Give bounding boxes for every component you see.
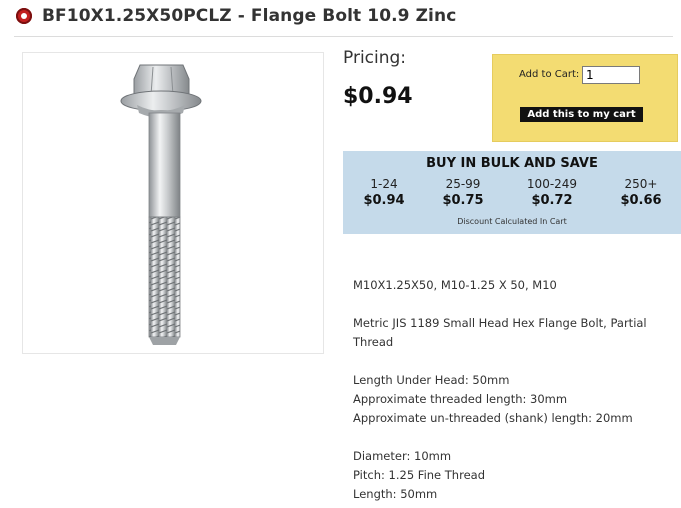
add-to-cart-label: Add to Cart: (519, 69, 580, 80)
bulk-tier: 1-24 $0.94 (354, 177, 414, 208)
pricing-label: Pricing: (343, 48, 407, 68)
tier-quantity: 100-249 (526, 177, 578, 191)
product-description: M10X1.25X50, M10-1.25 X 50, M10 Metric J… (353, 276, 673, 504)
unthreaded-length: Approximate un-threaded (shank) length: … (353, 411, 633, 425)
summary-line-2: Thread (353, 335, 394, 349)
flange-bolt-image (120, 64, 202, 345)
bulk-tier: 25-99 $0.75 (433, 177, 493, 208)
tier-price: $0.66 (620, 193, 662, 208)
tier-price: $0.75 (442, 193, 484, 208)
header-divider (14, 36, 673, 37)
length-under-head: Length Under Head: 50mm (353, 373, 510, 387)
add-to-cart-button[interactable]: Add this to my cart (520, 107, 643, 122)
bulk-tier: 250+ $0.66 (611, 177, 671, 208)
bulk-pricing-panel: BUY IN BULK AND SAVE 1-24 $0.94 25-99 $0… (343, 151, 681, 234)
discount-note: Discount Calculated In Cart (457, 217, 567, 226)
quantity-input[interactable] (582, 66, 640, 84)
length-spec: Length: 50mm (353, 487, 438, 501)
tier-price: $0.72 (531, 193, 573, 208)
add-to-cart-panel: Add to Cart: Add this to my cart (492, 54, 678, 142)
pitch-spec: Pitch: 1.25 Fine Thread (353, 468, 485, 482)
red-circle-bullet-icon (16, 8, 32, 24)
unit-price: $0.94 (343, 84, 413, 109)
threaded-length: Approximate threaded length: 30mm (353, 392, 568, 406)
product-image[interactable] (22, 52, 324, 354)
tier-quantity: 1-24 (370, 177, 398, 191)
bulk-tier: 100-249 $0.72 (522, 177, 582, 208)
tier-quantity: 25-99 (445, 177, 481, 191)
page-title: BF10X1.25X50PCLZ - Flange Bolt 10.9 Zinc (42, 6, 457, 26)
product-header: BF10X1.25X50PCLZ - Flange Bolt 10.9 Zinc (16, 6, 456, 26)
size-aliases: M10X1.25X50, M10-1.25 X 50, M10 (353, 278, 557, 292)
tier-quantity: 250+ (624, 177, 658, 191)
bulk-heading: BUY IN BULK AND SAVE (426, 156, 598, 171)
tier-price: $0.94 (363, 193, 405, 208)
diameter-spec: Diameter: 10mm (353, 449, 452, 463)
summary-line-1: Metric JIS 1189 Small Head Hex Flange Bo… (353, 316, 647, 330)
